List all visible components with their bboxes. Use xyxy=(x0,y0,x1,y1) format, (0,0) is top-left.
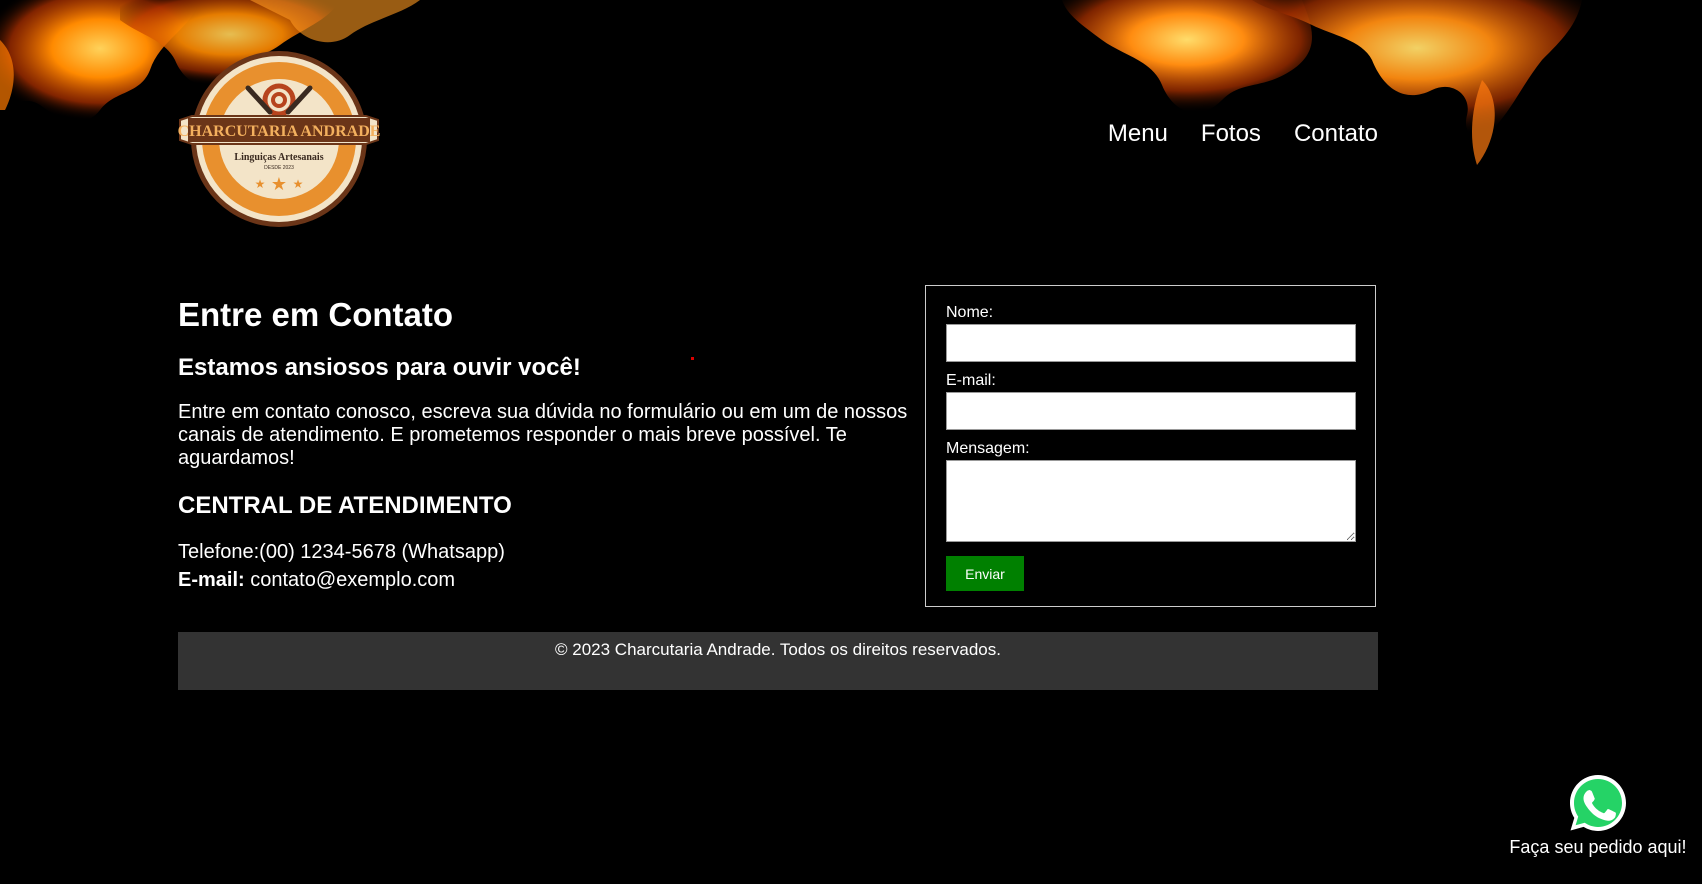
brand-logo[interactable]: CHARCUTARIA ANDRADE Linguiças Artesanais… xyxy=(178,50,380,228)
contact-subtitle: Estamos ansiosos para ouvir você! xyxy=(178,354,581,382)
submit-button[interactable]: Enviar xyxy=(946,556,1024,591)
logo-star-right: ★ xyxy=(293,177,304,191)
phone-text: Telefone:(00) 1234-5678 (Whatsapp) xyxy=(178,541,505,564)
contact-info: Entre em Contato Estamos ansiosos para o… xyxy=(178,285,913,594)
email-value: contato@exemplo.com xyxy=(244,569,456,592)
central-title: CENTRAL DE ATENDIMENTO xyxy=(178,492,512,520)
whatsapp-widget[interactable]: Faça seu pedido aqui! xyxy=(1508,772,1688,858)
nav-item-menu[interactable]: Menu xyxy=(1108,120,1168,148)
whatsapp-label[interactable]: Faça seu pedido aqui! xyxy=(1508,837,1688,858)
site-header: CHARCUTARIA ANDRADE Linguiças Artesanais… xyxy=(0,0,1702,240)
logo-tagline-text: Linguiças Artesanais xyxy=(234,152,323,163)
main-nav: Menu Fotos Contato xyxy=(1108,120,1378,148)
nav-item-contato[interactable]: Contato xyxy=(1294,120,1378,148)
contact-form: Nome: E-mail: Mensagem: Enviar xyxy=(925,285,1376,607)
name-input[interactable] xyxy=(946,324,1356,362)
logo-since-text: DESDE 2023 xyxy=(264,165,294,171)
email-line: E-mail: contato@exemplo.com xyxy=(178,566,913,594)
name-label: Nome: xyxy=(946,304,994,321)
whatsapp-icon[interactable] xyxy=(1567,772,1629,834)
logo-stars: ★ xyxy=(271,174,287,194)
nav-item-fotos[interactable]: Fotos xyxy=(1201,120,1261,148)
message-label: Mensagem: xyxy=(946,440,1030,457)
message-textarea[interactable] xyxy=(946,460,1356,542)
page: CHARCUTARIA ANDRADE Linguiças Artesanais… xyxy=(0,0,1702,884)
email-label: E-mail: xyxy=(178,569,245,592)
logo-star-left: ★ xyxy=(255,177,266,191)
email-input[interactable] xyxy=(946,392,1356,430)
site-footer: © 2023 Charcutaria Andrade. Todos os dir… xyxy=(178,632,1378,690)
footer-text: © 2023 Charcutaria Andrade. Todos os dir… xyxy=(555,640,1001,659)
logo-brand-text: CHARCUTARIA ANDRADE xyxy=(178,123,380,140)
email-field-label: E-mail: xyxy=(946,372,996,389)
contact-description: Entre em contato conosco, escreva sua dú… xyxy=(178,401,908,470)
contact-title: Entre em Contato xyxy=(178,296,454,333)
